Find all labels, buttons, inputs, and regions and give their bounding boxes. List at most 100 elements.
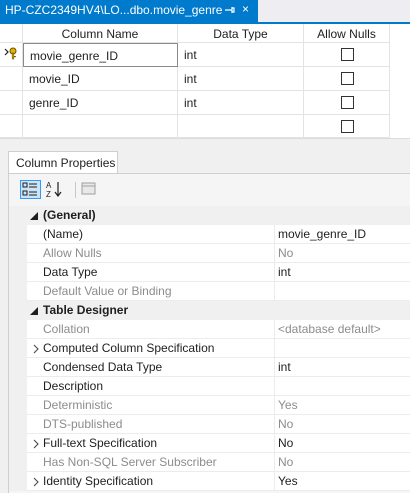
row-margin [9, 434, 27, 453]
row-margin [9, 320, 27, 339]
alphabetical-sort-icon[interactable]: A Z [44, 180, 65, 199]
property-name: Description [27, 377, 275, 396]
collapse-icon[interactable] [29, 306, 39, 316]
category-row-table-designer[interactable]: Table Designer [9, 301, 410, 320]
document-tab-title: HP-CZC2349HV4\LO...dbo.movie_genre [5, 3, 223, 17]
property-name: Collation [27, 320, 275, 339]
property-value: No [275, 244, 410, 263]
property-row-condensed-data-type[interactable]: Condensed Data Type int [9, 358, 410, 377]
property-row-dts-published[interactable]: DTS-published No [9, 415, 410, 434]
property-value: No [275, 415, 410, 434]
column-name-cell[interactable]: movie_ID [23, 67, 178, 91]
row-margin [9, 415, 27, 434]
property-name: Full-text Specification [27, 434, 275, 453]
property-name: Deterministic [27, 396, 275, 415]
pane-splitter[interactable] [0, 138, 410, 146]
allow-nulls-checkbox[interactable] [341, 120, 354, 133]
property-name: (Name) [27, 225, 275, 244]
property-row-non-sql-subscriber[interactable]: Has Non-SQL Server Subscriber No [9, 453, 410, 472]
property-value[interactable] [275, 339, 410, 358]
row-margin [9, 282, 27, 301]
allow-nulls-cell [304, 115, 390, 138]
close-icon[interactable]: × [242, 2, 249, 16]
property-name: Has Non-SQL Server Subscriber [27, 453, 275, 472]
tab-column-properties[interactable]: Column Properties [8, 151, 118, 174]
row-margin [9, 396, 27, 415]
property-row-full-text[interactable]: Full-text Specification No [9, 434, 410, 453]
property-row-name[interactable]: (Name) movie_genre_ID [9, 225, 410, 244]
property-value[interactable]: No [275, 434, 410, 453]
property-row-identity-specification[interactable]: Identity Specification Yes [9, 472, 410, 491]
property-value[interactable]: int [275, 263, 410, 282]
property-value: No [275, 453, 410, 472]
property-row-data-type[interactable]: Data Type int [9, 263, 410, 282]
property-row-collation[interactable]: Collation <database default> [9, 320, 410, 339]
column-header-name: Column Name [23, 24, 178, 43]
pin-icon[interactable] [224, 4, 236, 19]
property-value[interactable]: Yes [275, 472, 410, 491]
document-tab[interactable]: HP-CZC2349HV4\LO...dbo.movie_genre × [0, 0, 258, 22]
property-name: Computed Column Specification [27, 339, 275, 358]
property-value[interactable] [275, 377, 410, 396]
grid-corner [0, 24, 23, 43]
property-name: DTS-published [27, 415, 275, 434]
document-tab-strip: HP-CZC2349HV4\LO...dbo.movie_genre × [0, 0, 410, 22]
property-name: Allow Nulls [27, 244, 275, 263]
column-grid: Column Name Data Type Allow Nulls movie_… [0, 24, 410, 138]
row-margin [9, 453, 27, 472]
category-label: Table Designer [27, 301, 410, 320]
row-selector[interactable] [0, 115, 23, 138]
svg-text:A: A [46, 181, 52, 190]
property-value: <database default> [275, 320, 410, 339]
property-grid: A Z (General) (Name) movie_genre_ID Allo… [8, 173, 410, 493]
svg-text:Z: Z [46, 190, 51, 199]
data-type-cell[interactable]: int [178, 91, 304, 115]
row-margin [9, 377, 27, 396]
collapse-icon[interactable] [29, 211, 39, 221]
property-name: Data Type [27, 263, 275, 282]
row-margin [9, 301, 27, 320]
property-value[interactable]: movie_genre_ID [275, 225, 410, 244]
property-row-computed-column[interactable]: Computed Column Specification [9, 339, 410, 358]
row-margin [9, 225, 27, 244]
property-value[interactable]: int [275, 358, 410, 377]
row-margin [9, 358, 27, 377]
property-pages-icon[interactable] [79, 180, 100, 199]
property-name: Identity Specification [27, 472, 275, 491]
allow-nulls-checkbox[interactable] [341, 72, 354, 85]
row-margin [9, 244, 27, 263]
row-margin [9, 263, 27, 282]
column-header-allow-nulls: Allow Nulls [304, 24, 390, 43]
category-label: (General) [27, 206, 410, 225]
primary-key-icon [4, 47, 17, 60]
row-selector[interactable] [0, 67, 23, 91]
property-row-description[interactable]: Description [9, 377, 410, 396]
row-selector[interactable] [0, 91, 23, 115]
allow-nulls-cell [304, 43, 390, 67]
property-row-allow-nulls[interactable]: Allow Nulls No [9, 244, 410, 263]
data-type-cell[interactable]: int [178, 67, 304, 91]
row-selector[interactable] [0, 43, 23, 67]
property-row-default-value[interactable]: Default Value or Binding [9, 282, 410, 301]
expand-icon[interactable] [32, 439, 40, 449]
allow-nulls-checkbox[interactable] [341, 96, 354, 109]
allow-nulls-cell [304, 91, 390, 115]
column-name-cell[interactable] [23, 115, 178, 138]
toolbar-separator [75, 182, 76, 198]
column-properties-area: Column Properties A Z (General) (Name) m… [0, 146, 410, 493]
category-row-general[interactable]: (General) [9, 206, 410, 225]
categorized-icon[interactable] [20, 180, 41, 199]
allow-nulls-checkbox[interactable] [341, 48, 354, 61]
row-margin [9, 206, 27, 225]
row-margin [9, 472, 27, 491]
expand-icon[interactable] [32, 477, 40, 487]
column-name-cell[interactable]: genre_ID [23, 91, 178, 115]
property-name: Condensed Data Type [27, 358, 275, 377]
property-value: Yes [275, 396, 410, 415]
property-row-deterministic[interactable]: Deterministic Yes [9, 396, 410, 415]
expand-icon[interactable] [32, 344, 40, 354]
data-type-cell[interactable] [178, 115, 304, 138]
column-name-cell[interactable]: movie_genre_ID [23, 43, 178, 67]
row-margin [9, 339, 27, 358]
data-type-cell[interactable]: int [178, 43, 304, 67]
